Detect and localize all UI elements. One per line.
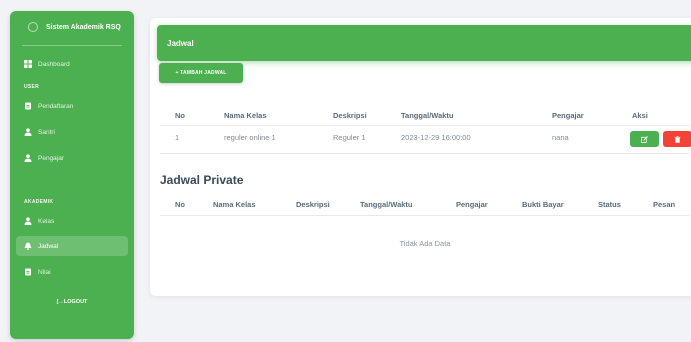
section-label-user: USER — [24, 84, 40, 90]
table-header-status: Status — [598, 200, 621, 209]
table-divider — [160, 153, 690, 154]
page-header: Jadwal — [157, 25, 691, 61]
trash-icon — [674, 130, 681, 148]
sidebar-item-pendaftaran[interactable]: Pendaftaran — [16, 96, 128, 116]
delete-button[interactable] — [663, 131, 691, 147]
sidebar-item-label: Kelas — [38, 217, 55, 225]
person-icon — [24, 217, 32, 225]
table-header-pengajar: Pengajar — [552, 111, 584, 120]
logout-button[interactable]: [→LOGOUT — [10, 299, 134, 305]
section-label-akademik: AKADEMIK — [24, 199, 54, 205]
brand-title: Sistem Akademik RSQ — [46, 23, 121, 31]
sidebar-item-label: Santri — [38, 128, 55, 136]
brand[interactable]: Sistem Akademik RSQ — [10, 11, 134, 43]
sidebar-item-label: Pengajar — [38, 154, 65, 162]
sidebar-item-label: Jadwal — [38, 242, 59, 250]
table-cell-deskripsi: Reguler 1 — [333, 133, 366, 142]
edit-icon — [641, 130, 648, 148]
add-schedule-button[interactable]: + TAMBAH JADWAL — [159, 63, 243, 83]
clipboard-icon — [24, 268, 32, 276]
table-header-no: No — [175, 111, 185, 120]
person-icon — [24, 154, 32, 162]
sidebar-item-label: Pendaftaran — [38, 102, 74, 110]
table-cell-pengajar: nana — [552, 133, 569, 142]
sidebar-item-label: Dashboard — [38, 60, 70, 68]
sidebar-item-santri[interactable]: Santri — [16, 122, 128, 142]
table-cell-tanggal: 2023-12-29 16:00:00 — [401, 133, 471, 142]
table-header-pengajar: Pengajar — [456, 200, 488, 209]
table-cell-nama-kelas: reguler online 1 — [224, 133, 276, 142]
table-header-tanggal: Tanggal/Waktu — [360, 200, 413, 209]
sidebar-item-dashboard[interactable]: Dashboard — [16, 54, 128, 74]
clipboard-icon — [24, 102, 32, 110]
empty-state: Tidak Ada Data — [399, 239, 451, 248]
table-header-deskripsi: Deskripsi — [333, 111, 367, 120]
sidebar-item-label: Nilai — [38, 268, 51, 276]
table-header-pesan: Pesan — [653, 200, 676, 209]
table-header-no: No — [175, 200, 185, 209]
table-header-deskripsi: Deskripsi — [296, 200, 330, 209]
sidebar-item-nilai[interactable]: Nilai — [16, 262, 128, 282]
person-icon — [24, 128, 32, 136]
bell-icon — [24, 242, 32, 250]
table-divider — [160, 125, 690, 126]
sidebar: Sistem Akademik RSQ Dashboard USER Penda… — [10, 11, 134, 339]
sidebar-item-pengajar[interactable]: Pengajar — [16, 148, 128, 168]
table-divider — [160, 215, 690, 216]
sidebar-item-kelas[interactable]: Kelas — [16, 211, 128, 231]
table-header-bukti-bayar: Bukti Bayar — [522, 200, 564, 209]
table-header-aksi: Aksi — [632, 111, 648, 120]
table-header-nama-kelas: Nama Kelas — [213, 200, 256, 209]
table-cell-no: 1 — [175, 133, 180, 142]
table-header-tanggal: Tanggal/Waktu — [401, 111, 454, 120]
logo-icon — [28, 22, 38, 32]
edit-button[interactable] — [630, 131, 659, 147]
dashboard-icon — [24, 60, 32, 68]
divider — [22, 45, 122, 46]
page-title: Jadwal — [167, 38, 194, 48]
section-title-private: Jadwal Private — [160, 173, 244, 187]
table-header-nama-kelas: Nama Kelas — [224, 111, 267, 120]
sidebar-item-jadwal[interactable]: Jadwal — [16, 236, 128, 256]
